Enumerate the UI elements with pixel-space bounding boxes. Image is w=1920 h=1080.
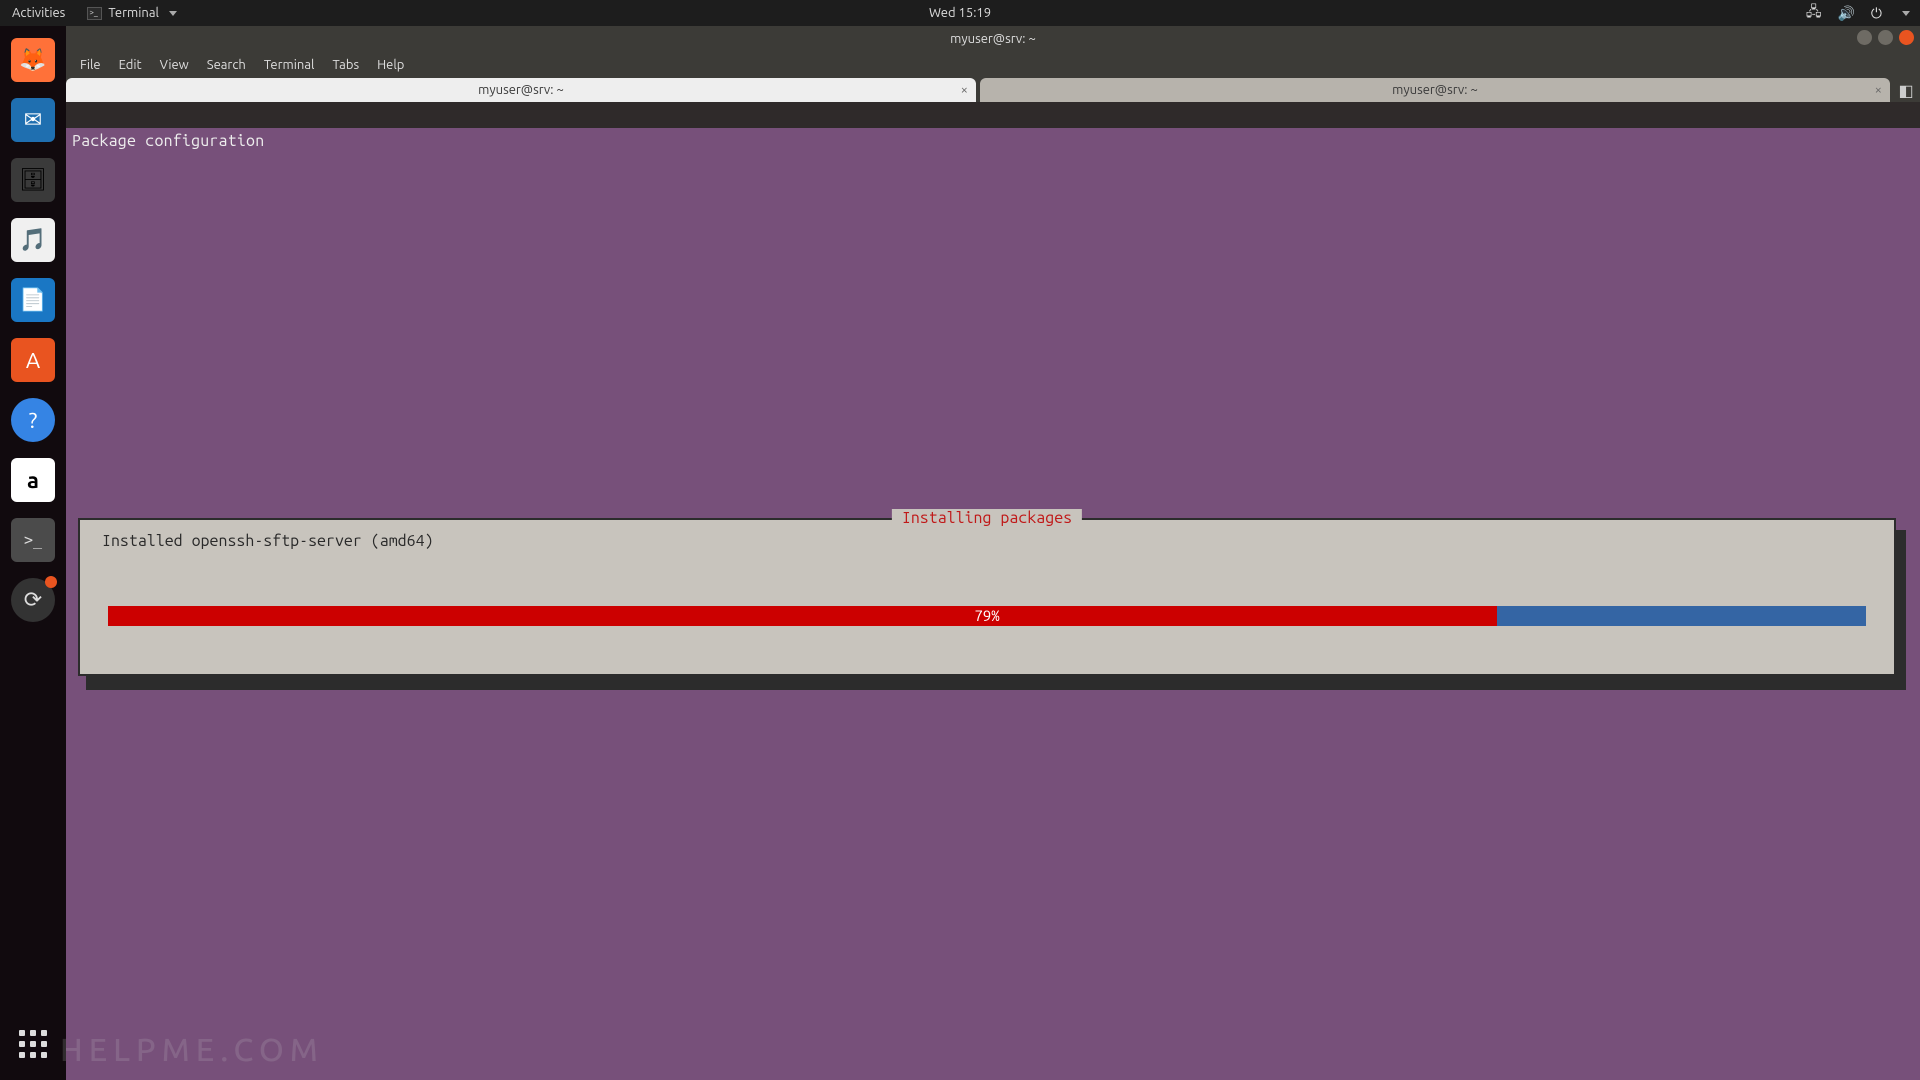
gnome-top-bar: Activities Terminal Wed 15:19 <box>0 0 1920 26</box>
firefox-icon: 🦊 <box>19 47 46 73</box>
dock-terminal[interactable]: >_ <box>11 518 55 562</box>
network-icon[interactable] <box>1806 1 1822 25</box>
dock-writer[interactable]: 📄 <box>11 278 55 322</box>
help-icon: ? <box>29 408 38 433</box>
new-tab-button[interactable]: ◧ <box>1896 80 1916 100</box>
music-icon: 🎵 <box>19 227 46 253</box>
close-icon[interactable]: × <box>1875 83 1882 97</box>
tab-1[interactable]: myuser@srv: ~ × <box>66 78 976 102</box>
plus-icon: ◧ <box>1898 81 1913 100</box>
menu-tabs[interactable]: Tabs <box>324 55 367 75</box>
shop-icon: A <box>26 348 40 373</box>
dialog-title: Installing packages <box>892 509 1082 527</box>
power-icon[interactable] <box>1871 5 1882 22</box>
dock: 🦊 ✉ 🗄 🎵 📄 A ? a >_ ⟳ <box>0 26 66 1080</box>
progress-percent: 79% <box>974 606 999 626</box>
window-titlebar[interactable]: myuser@srv: ~ <box>66 26 1920 52</box>
dock-software[interactable]: A <box>11 338 55 382</box>
dock-thunderbird[interactable]: ✉ <box>11 98 55 142</box>
menu-bar: File Edit View Search Terminal Tabs Help <box>66 52 1920 78</box>
dock-help[interactable]: ? <box>11 398 55 442</box>
menu-edit[interactable]: Edit <box>111 55 150 75</box>
terminal-icon <box>87 7 102 20</box>
menu-terminal[interactable]: Terminal <box>256 55 323 75</box>
dock-firefox[interactable]: 🦊 <box>11 38 55 82</box>
package-config-label: Package configuration <box>72 132 264 150</box>
terminal-icon: >_ <box>24 531 42 549</box>
tab-label: myuser@srv: ~ <box>478 83 564 97</box>
dock-amazon[interactable]: a <box>11 458 55 502</box>
activities-button[interactable]: Activities <box>0 6 77 20</box>
tab-2[interactable]: myuser@srv: ~ × <box>980 78 1890 102</box>
terminal-viewport[interactable]: Package configuration Installing package… <box>66 128 1920 1080</box>
close-button[interactable] <box>1899 30 1914 45</box>
document-icon: 📄 <box>19 287 46 313</box>
app-menu-button[interactable]: Terminal <box>77 6 187 20</box>
files-icon: 🗄 <box>19 167 47 193</box>
install-dialog: Installing packages Installed openssh-sf… <box>78 518 1896 676</box>
minimize-button[interactable] <box>1857 30 1872 45</box>
watermark: HELPME.COM <box>60 1032 324 1068</box>
progress-bar: 79% <box>108 606 1866 626</box>
dock-files[interactable]: 🗄 <box>11 158 55 202</box>
menu-file[interactable]: File <box>72 55 109 75</box>
menu-help[interactable]: Help <box>369 55 412 75</box>
progress-fill <box>108 606 1497 626</box>
close-icon[interactable]: × <box>961 83 968 97</box>
menu-view[interactable]: View <box>152 55 197 75</box>
maximize-button[interactable] <box>1878 30 1893 45</box>
app-menu-label: Terminal <box>108 6 159 20</box>
volume-icon[interactable] <box>1837 5 1854 22</box>
dock-rhythmbox[interactable]: 🎵 <box>11 218 55 262</box>
update-icon: ⟳ <box>24 587 42 613</box>
tab-bar: myuser@srv: ~ × myuser@srv: ~ × ◧ <box>66 78 1920 102</box>
clock-label[interactable]: Wed 15:19 <box>929 6 991 20</box>
menu-search[interactable]: Search <box>199 55 254 75</box>
show-applications-button[interactable] <box>11 1022 55 1066</box>
chevron-down-icon <box>169 11 177 16</box>
tab-label: myuser@srv: ~ <box>1392 83 1478 97</box>
chevron-down-icon[interactable] <box>1902 11 1910 16</box>
dialog-message: Installed openssh-sftp-server (amd64) <box>102 532 434 550</box>
amazon-icon: a <box>27 468 39 493</box>
mail-icon: ✉ <box>24 107 42 133</box>
dock-updater[interactable]: ⟳ <box>11 578 55 622</box>
status-area[interactable] <box>1806 1 1910 25</box>
terminal-window: myuser@srv: ~ File Edit View Search Term… <box>66 26 1920 1080</box>
window-title: myuser@srv: ~ <box>950 32 1036 46</box>
